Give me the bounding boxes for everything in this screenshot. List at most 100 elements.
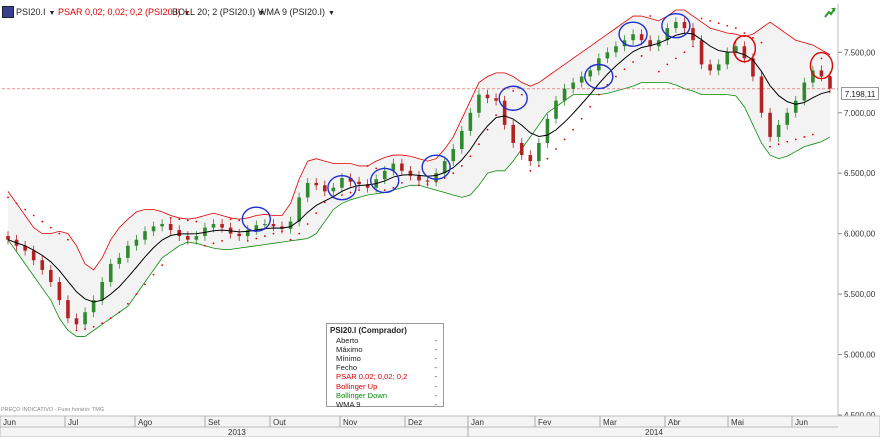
y-tick-label: 5.000,00 bbox=[844, 351, 876, 360]
psar-dot bbox=[195, 220, 198, 223]
psar-dot bbox=[649, 15, 652, 17]
psar-dot bbox=[666, 63, 669, 66]
psar-dot bbox=[580, 117, 583, 120]
candle-body bbox=[460, 130, 464, 150]
data-legend-panel: PSI20.I (Comprador) Aberto - Máximo - Mínimo… bbox=[326, 323, 444, 409]
month-label: Ago bbox=[138, 418, 153, 427]
psar-dot bbox=[726, 24, 729, 27]
candle-body bbox=[297, 197, 301, 222]
candle-body bbox=[340, 178, 344, 188]
month-label: Set bbox=[208, 418, 221, 427]
psar-dot bbox=[366, 165, 369, 167]
psar-dot bbox=[546, 157, 549, 160]
candle-body bbox=[357, 181, 361, 185]
candle-body bbox=[699, 40, 704, 65]
psar-dot bbox=[161, 264, 164, 266]
candle-body bbox=[793, 100, 798, 113]
y-tick-label: 6.000,00 bbox=[844, 230, 876, 239]
month-label: Nov bbox=[343, 418, 357, 427]
month-label: Jul bbox=[68, 418, 78, 427]
psar-dot bbox=[760, 41, 763, 44]
month-label: Jan bbox=[471, 418, 484, 427]
psar-dot bbox=[820, 57, 823, 60]
candle-body bbox=[100, 282, 104, 301]
legend-row-value: - bbox=[434, 399, 437, 409]
candle-body bbox=[716, 64, 721, 71]
legend-row: Fecho - bbox=[330, 363, 441, 372]
legend-row: Bollinger Up - bbox=[330, 382, 441, 391]
psar-dot bbox=[238, 219, 241, 222]
candle-body bbox=[314, 182, 319, 186]
psar-dot bbox=[375, 167, 378, 170]
legend-row-value: - bbox=[434, 354, 437, 364]
psar-dot bbox=[272, 232, 275, 235]
candle-body bbox=[768, 112, 772, 137]
candle-body bbox=[434, 173, 438, 182]
legend-row-value: - bbox=[434, 363, 437, 373]
month-label: Dez bbox=[408, 418, 422, 427]
candle-body bbox=[151, 226, 156, 232]
legend-row: Aberto - bbox=[330, 336, 441, 345]
psar-dot bbox=[92, 325, 95, 328]
psar-dot bbox=[315, 212, 318, 215]
candle-body bbox=[108, 263, 113, 283]
candle-body bbox=[143, 231, 147, 240]
psar-dot bbox=[49, 226, 52, 229]
psar-dot bbox=[563, 138, 566, 141]
psar-dot bbox=[794, 138, 797, 141]
psar-dot bbox=[186, 219, 189, 222]
candle-body bbox=[734, 46, 738, 53]
psar-dot bbox=[811, 133, 814, 136]
month-label: Jun bbox=[795, 418, 808, 427]
legend-row-value: - bbox=[434, 336, 437, 346]
psar-dot bbox=[41, 220, 44, 223]
candle-body bbox=[66, 300, 70, 319]
legend-row-label: Máximo bbox=[336, 345, 363, 355]
psar-dot bbox=[24, 208, 27, 211]
candle-body bbox=[588, 70, 593, 77]
candle-body bbox=[562, 88, 567, 101]
legend-row-label: WMA 9 bbox=[336, 399, 361, 409]
psar-dot bbox=[452, 172, 455, 175]
candle-body bbox=[263, 223, 267, 226]
psar-dot bbox=[109, 317, 112, 320]
psar-dot bbox=[75, 329, 78, 332]
psar-dot bbox=[349, 191, 352, 194]
candle-body bbox=[502, 100, 507, 125]
candle-body bbox=[785, 112, 789, 125]
candle-body bbox=[57, 282, 62, 301]
candle-body bbox=[605, 52, 610, 59]
legend-row: PSAR 0,02; 0,02; 0,2 - bbox=[330, 372, 441, 381]
psar-dot bbox=[178, 218, 181, 221]
psar-dot bbox=[743, 32, 746, 34]
candle-body bbox=[382, 170, 387, 180]
psar-dot bbox=[7, 196, 9, 199]
candle-body bbox=[288, 221, 293, 229]
candle-body bbox=[725, 52, 730, 65]
legend-row-label: Aberto bbox=[336, 336, 359, 346]
candle-body bbox=[160, 223, 164, 227]
candle-body bbox=[554, 100, 558, 119]
psar-dot bbox=[118, 311, 121, 314]
candle-body bbox=[323, 185, 327, 192]
y-tick-label: 6.500,00 bbox=[844, 169, 876, 178]
footer-note: PREÇO INDICATIVO · Fuso horário: TMG bbox=[1, 407, 105, 413]
psar-dot bbox=[246, 240, 249, 242]
psar-dot bbox=[589, 105, 592, 108]
psar-dot bbox=[126, 302, 129, 305]
candle-body bbox=[759, 76, 764, 113]
candle-body bbox=[211, 223, 216, 228]
candle-body bbox=[485, 94, 490, 99]
psar-dot bbox=[221, 240, 223, 242]
month-label: Fev bbox=[538, 418, 551, 427]
legend-row-label: Mínimo bbox=[336, 354, 361, 364]
legend-row-value: - bbox=[434, 345, 437, 355]
candle-body bbox=[417, 175, 421, 181]
legend-row-label: Bollinger Up bbox=[336, 381, 378, 391]
psar-dot bbox=[281, 230, 283, 233]
psar-dot bbox=[777, 143, 780, 146]
psar-dot bbox=[803, 136, 806, 138]
candle-body bbox=[31, 250, 36, 261]
legend-row: Bollinger Down - bbox=[330, 391, 441, 400]
psar-dot bbox=[15, 202, 18, 205]
